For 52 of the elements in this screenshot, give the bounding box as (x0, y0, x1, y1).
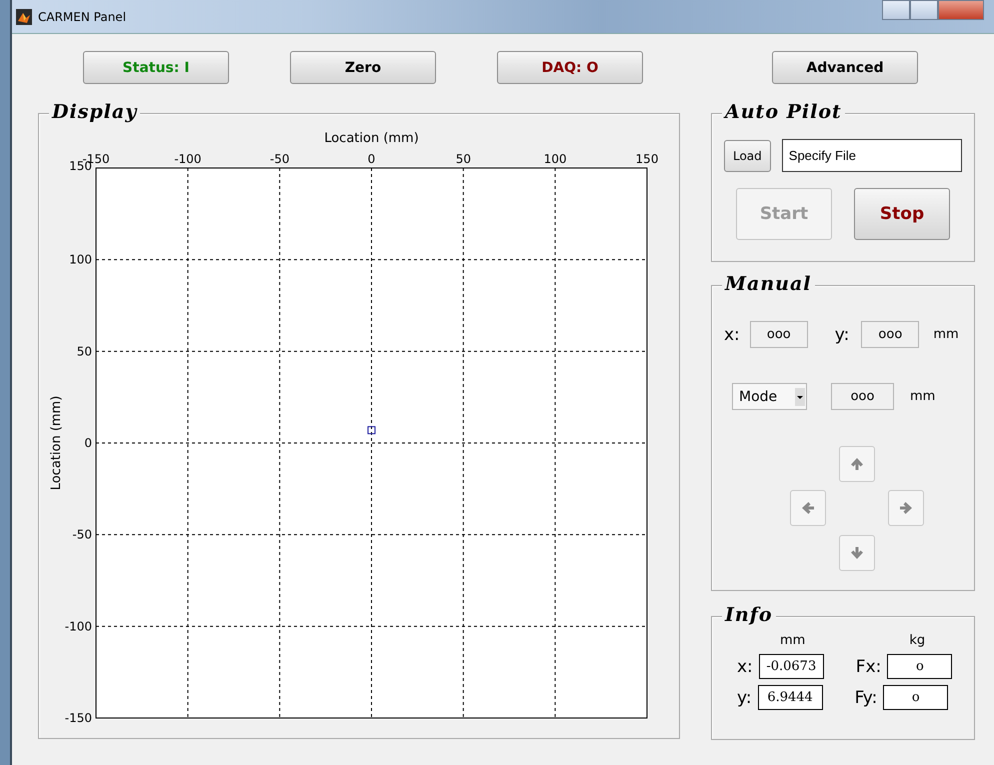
app-logo-icon (16, 8, 32, 24)
value-field: -0.0673 (758, 654, 824, 679)
axis-label: Location (mm) (324, 131, 419, 146)
left-arrow-icon (801, 501, 815, 515)
unit-label: mm (910, 389, 936, 404)
down-arrow-icon (850, 546, 864, 560)
move-left-button[interactable] (790, 490, 826, 526)
tick-label: 100 (544, 152, 567, 166)
value-field: o (887, 654, 952, 679)
input-field[interactable]: ooo (831, 383, 894, 410)
tick-label: -150 (64, 711, 92, 725)
minimize-button[interactable] (882, 0, 910, 20)
tick-label: -50 (72, 528, 92, 542)
field-label: x: (724, 324, 740, 344)
toolbar-button[interactable]: Zero (290, 51, 436, 84)
tick-label: 50 (456, 152, 471, 166)
value-field: o (883, 685, 948, 710)
value-field: 6.9444 (758, 685, 823, 710)
action-button[interactable]: Stop (854, 188, 950, 240)
tick-label: 150 (636, 152, 658, 166)
move-up-button[interactable] (839, 446, 875, 482)
move-down-button[interactable] (839, 535, 875, 571)
tick-label: -100 (64, 619, 92, 634)
right-arrow-icon (899, 501, 913, 515)
toolbar-button[interactable]: Advanced (772, 51, 918, 84)
field-label: y: (834, 324, 850, 344)
field-label: Fy: (854, 688, 878, 708)
input-field[interactable]: ooo (861, 321, 920, 348)
column-header: kg (909, 633, 926, 648)
column-header: mm (780, 633, 806, 648)
tick-label: 100 (69, 252, 92, 267)
tick-label: -50 (270, 152, 290, 166)
input-field[interactable]: ooo (750, 321, 808, 348)
tick-label: -100 (174, 152, 202, 166)
tick-label: 50 (76, 344, 92, 358)
field-label: y: (737, 688, 752, 708)
toolbar-button[interactable]: DAQ: O (497, 51, 643, 84)
toolbar-button[interactable]: Status: I (83, 51, 229, 84)
move-right-button[interactable] (888, 490, 924, 526)
field-label: Fx: (856, 656, 882, 676)
up-arrow-icon (850, 457, 864, 471)
window-title: CARMEN Panel (38, 10, 126, 24)
tick-label: 0 (84, 436, 92, 450)
close-button[interactable] (938, 0, 984, 20)
file-field[interactable]: Specify File (782, 139, 962, 172)
load-button[interactable]: Load (724, 140, 771, 172)
maximize-button[interactable] (910, 0, 938, 20)
field-label: x: (737, 656, 753, 676)
unit-label: mm (933, 327, 959, 342)
tick-label: 0 (368, 152, 376, 166)
mode-dropdown[interactable]: Mode (732, 383, 807, 410)
axis-label: Location (mm) (49, 396, 64, 490)
